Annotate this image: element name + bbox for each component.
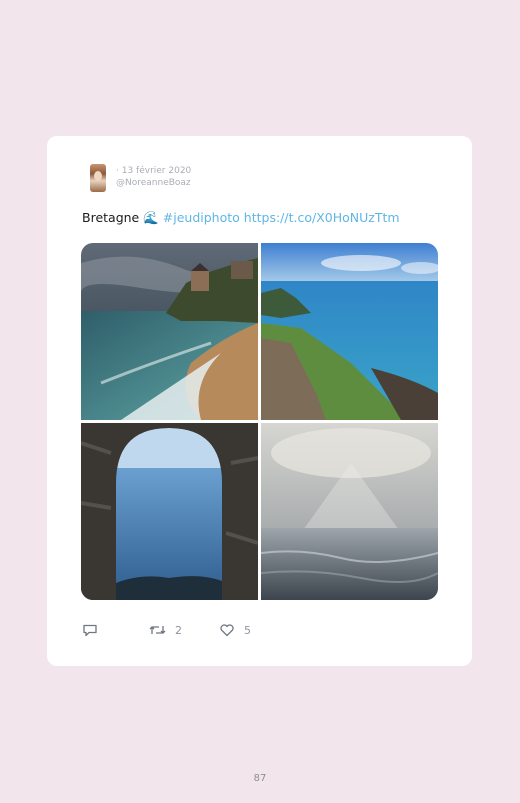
avatar[interactable] xyxy=(90,164,106,192)
photo-beach-castle[interactable] xyxy=(81,243,258,420)
photo-coastal-path[interactable] xyxy=(261,243,438,420)
tweet-handle[interactable]: @NoreanneBoaz xyxy=(116,177,191,189)
retweet-icon xyxy=(149,626,166,634)
heart-icon xyxy=(220,624,234,637)
tweet-text-plain: Bretagne xyxy=(82,210,144,225)
tweet-text: Bretagne 🌊 #jeudiphoto https://t.co/X0Ho… xyxy=(82,210,400,226)
hashtag-link[interactable]: #jeudiphoto xyxy=(163,210,240,225)
retweet-button[interactable]: 2 xyxy=(149,620,182,640)
tweet-date: · 13 février 2020 xyxy=(116,166,192,176)
wave-emoji: 🌊 xyxy=(143,210,159,225)
page-number: 87 xyxy=(253,773,267,784)
retweet-count: 2 xyxy=(175,623,182,637)
like-count: 5 xyxy=(244,623,251,637)
tweet-url-link[interactable]: https://t.co/X0HoNUzTtm xyxy=(244,210,400,225)
like-button[interactable]: 5 xyxy=(219,620,251,640)
photo-grid xyxy=(81,243,438,600)
photo-tunnel-sea[interactable] xyxy=(81,423,258,600)
tweet-meta: · 13 février 2020 @NoreanneBoaz xyxy=(116,165,191,189)
photo-grey-sea[interactable] xyxy=(261,423,438,600)
tweet-card: · 13 février 2020 @NoreanneBoaz Bretagne… xyxy=(47,136,472,666)
reply-button[interactable] xyxy=(82,620,98,640)
reply-icon xyxy=(83,624,97,637)
